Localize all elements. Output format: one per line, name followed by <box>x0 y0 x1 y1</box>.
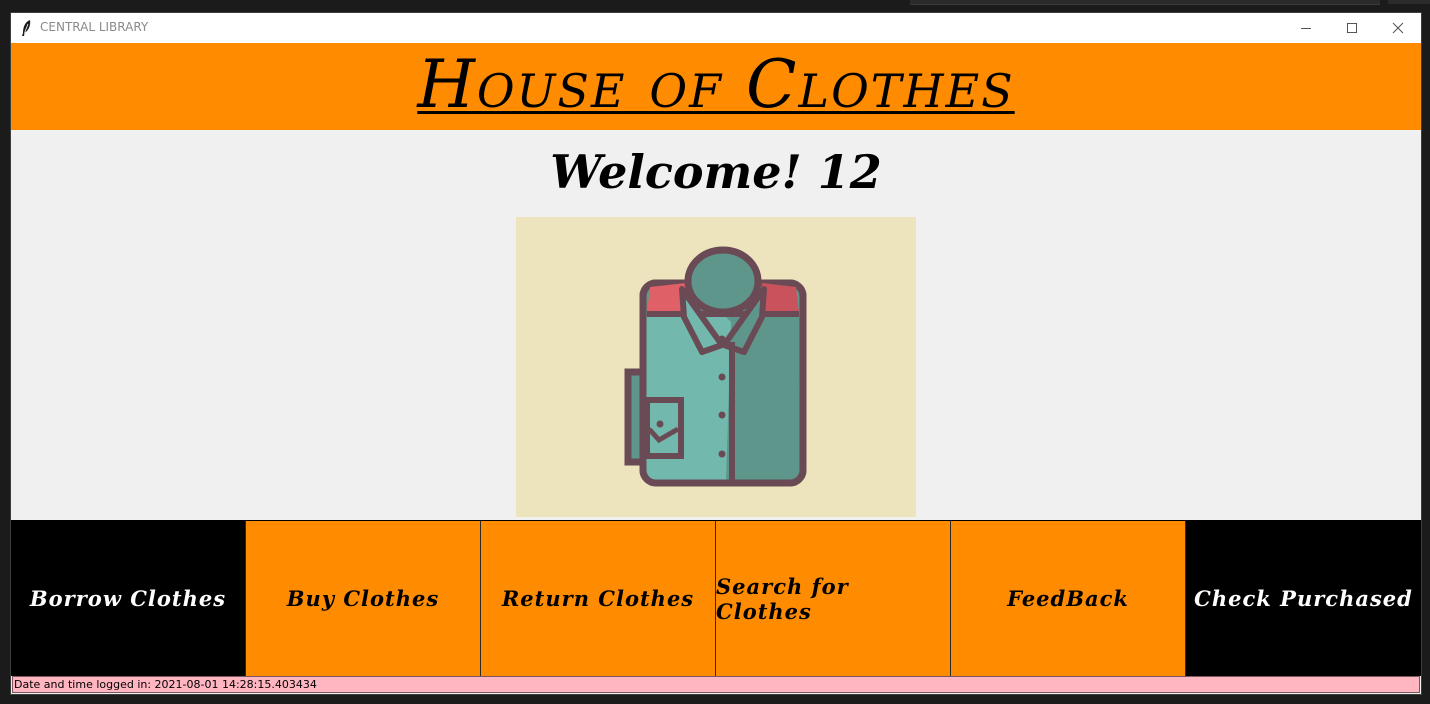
return-clothes-label: Return Clothes <box>501 586 695 611</box>
check-purchased-button[interactable]: Check Purchased <box>1186 521 1421 676</box>
status-bar: Date and time logged in: 2021-08-01 14:2… <box>12 676 1420 693</box>
feedback-button[interactable]: FeedBack <box>951 521 1186 676</box>
app-title: House of Clothes <box>11 45 1421 125</box>
shirt-icon <box>624 246 807 487</box>
return-clothes-button[interactable]: Return Clothes <box>481 521 716 676</box>
desktop-background-bar <box>910 0 1380 5</box>
feedback-label: FeedBack <box>1007 586 1129 611</box>
feather-icon <box>19 19 35 37</box>
borrow-clothes-button[interactable]: Borrow Clothes <box>11 521 246 676</box>
maximize-icon <box>1347 23 1357 33</box>
minimize-icon <box>1301 28 1311 29</box>
close-icon <box>1392 22 1404 34</box>
buy-clothes-button[interactable]: Buy Clothes <box>246 521 481 676</box>
check-purchased-label: Check Purchased <box>1194 586 1413 611</box>
minimize-button[interactable] <box>1283 13 1329 43</box>
search-clothes-label: Search for Clothes <box>716 573 849 624</box>
close-button[interactable] <box>1375 13 1421 43</box>
desktop-background-bar <box>1388 0 1430 4</box>
action-button-bar: Borrow Clothes Buy Clothes Return Clothe… <box>11 520 1421 676</box>
hero-image <box>516 217 916 517</box>
app-header: House of Clothes <box>11 43 1421 130</box>
maximize-button[interactable] <box>1329 13 1375 43</box>
welcome-message: Welcome! 12 <box>550 145 882 199</box>
window-title: CENTRAL LIBRARY <box>40 20 149 34</box>
title-bar[interactable]: CENTRAL LIBRARY <box>11 13 1421 43</box>
buy-clothes-label: Buy Clothes <box>286 586 440 611</box>
app-title-text: House of Clothes <box>417 46 1015 123</box>
borrow-clothes-label: Borrow Clothes <box>29 586 227 611</box>
search-clothes-button[interactable]: Search for Clothes <box>716 521 951 676</box>
app-window: CENTRAL LIBRARY House of Clothes Welcome… <box>10 12 1422 695</box>
